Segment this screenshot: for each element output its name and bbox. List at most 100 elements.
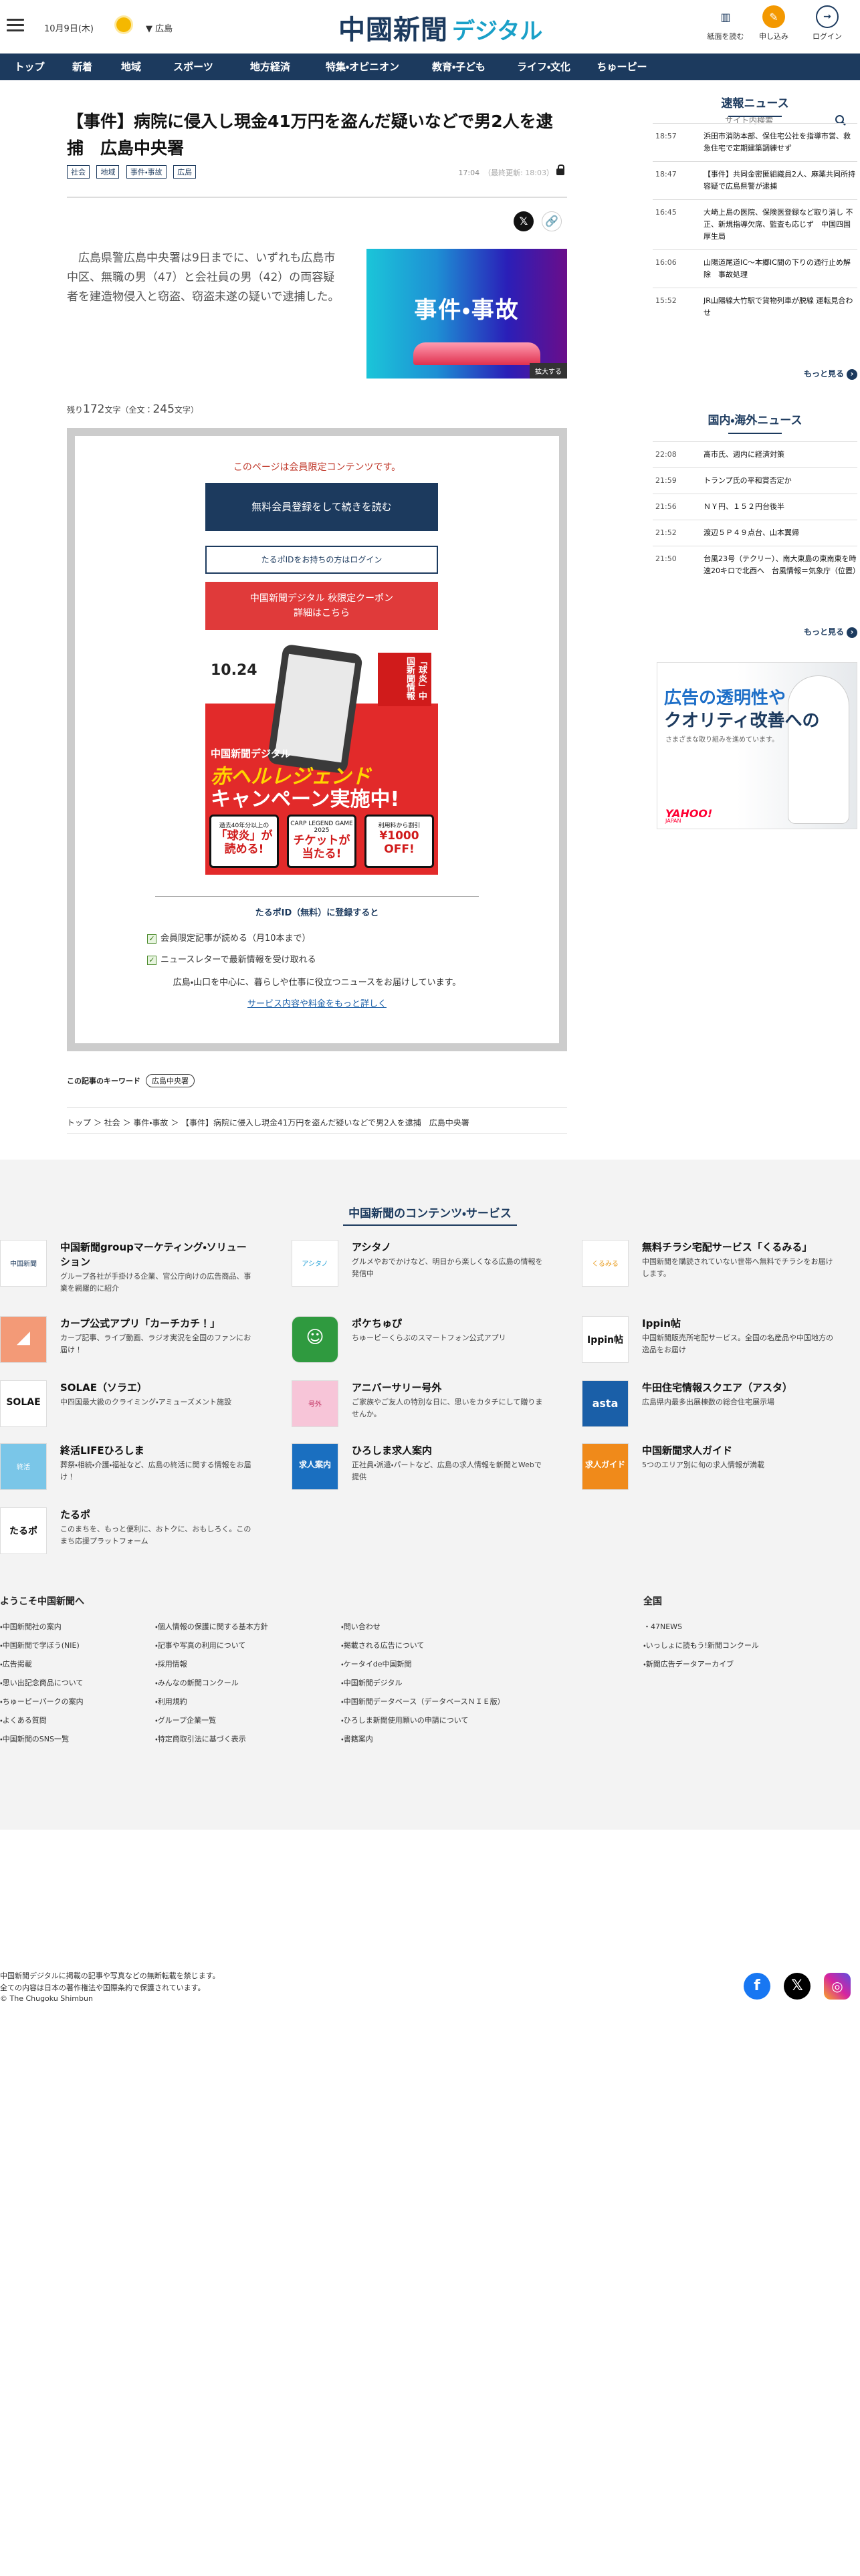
footer-link[interactable]: ・利用規約 xyxy=(155,1696,187,1707)
footer-link[interactable]: ・ケータイde中国新聞 xyxy=(341,1658,412,1669)
service-name: SOLAE（ソラエ） xyxy=(60,1382,147,1394)
service-item[interactable]: SOLAE SOLAE（ソラエ） 中四国最大級のクライミング・アミューズメント施… xyxy=(0,1380,254,1434)
footer-link[interactable]: ・個人情報の保護に関する基本方針 xyxy=(155,1621,268,1632)
footer-link[interactable]: ・記事や写真の利用について xyxy=(155,1640,245,1650)
service-item[interactable]: ◢ カープ公式アプリ「カーチカチ！」 カープ記事、ライブ動画、ラジオ実況を全国の… xyxy=(0,1316,254,1370)
x-icon[interactable]: 𝕏 xyxy=(784,1973,811,2000)
article-tags: 社会 地域 事件・事故 広島 xyxy=(67,165,200,179)
footer-link[interactable]: ・ちゅーピーパークの案内 xyxy=(0,1696,84,1707)
footer-link[interactable]: ・よくある質問 xyxy=(0,1715,47,1725)
breaking-news-title: 速報ニュース xyxy=(653,94,857,117)
footer-link[interactable]: ・問い合わせ xyxy=(341,1621,381,1632)
news-item[interactable]: 22:08 高市氏、週内に経済対策 xyxy=(653,441,857,467)
footer-link-text: 採用情報 xyxy=(157,1660,187,1669)
service-details-link[interactable]: サービス内容や料金をもっと詳しく xyxy=(75,996,559,1009)
footer-link[interactable]: ・採用情報 xyxy=(155,1658,187,1669)
tag-incident[interactable]: 事件・事故 xyxy=(126,165,167,179)
keyword-tag[interactable]: 広島中央署 xyxy=(146,1074,195,1087)
site-footer: 中国新聞のコンテンツ・サービス 中国新聞 中国新聞groupマーケティング・ソリ… xyxy=(0,1160,860,1830)
news-item[interactable]: 21:50 台風23号（テクリー）、南大東島の東南東を時速20キロで北西へ 台風情… xyxy=(653,546,860,584)
footer-link[interactable]: ・47NEWS xyxy=(643,1621,682,1632)
signup-button[interactable]: ✎ 申し込み xyxy=(750,5,797,41)
service-item[interactable]: ☺ ポケちゅぴ ちゅーピーくらぶのスマートフォン公式アプリ xyxy=(292,1316,546,1370)
news-item[interactable]: 18:57 浜田市消防本部、保住宅公社を指導市営、救急住宅で定期建築調練せず xyxy=(653,123,857,161)
footer-link[interactable]: ・広告掲載 xyxy=(0,1658,32,1669)
footer-link[interactable]: ・中国新聞デジタル xyxy=(341,1677,403,1688)
article-photo[interactable]: 事件・事故 拡大する xyxy=(366,249,567,379)
site-logo[interactable]: 中國新聞 デジタル xyxy=(338,8,559,47)
tarupo-login-button[interactable]: たるポIDをお持ちの方はログイン xyxy=(205,546,438,574)
footer-link[interactable]: ・いっしょに読もう!新聞コンクール xyxy=(643,1640,759,1650)
link-copy-icon[interactable]: 🔗 xyxy=(542,211,562,231)
news-item[interactable]: 16:06 山陽道尾道IC～本郷IC間の下りの通行止め解除 事故処理 xyxy=(653,249,857,288)
domestic-more-link[interactable]: もっと見る xyxy=(804,626,857,638)
footer-link-text: 問い合わせ xyxy=(343,1622,381,1631)
register-button[interactable]: 無料会員登録をして続きを読む xyxy=(205,483,438,531)
yahoo-ad-banner[interactable]: 広告の透明性や クオリティ改善への さまざまな取り組みを進めています。 YAHOO… xyxy=(657,662,857,829)
campaign-banner[interactable]: 10.24 「球炎」中国新聞情報 中国新聞デジタル 赤ヘルレジェンド キャンペー… xyxy=(205,639,438,875)
footer-link[interactable]: ・中国新聞社の案内 xyxy=(0,1621,62,1632)
tag-region[interactable]: 地域 xyxy=(96,165,120,179)
service-item[interactable]: Ippin帖 Ippin帖 中国新聞販売所宅配サービス。全国の名産品や中国地方の… xyxy=(582,1316,836,1370)
tag-hiroshima[interactable]: 広島 xyxy=(173,165,197,179)
nav-item-economy[interactable]: 地方経済 xyxy=(230,53,310,80)
region-selector[interactable]: ▼ 広島 xyxy=(146,21,173,34)
nav-item-top[interactable]: トップ xyxy=(0,53,59,80)
nav-item-opinion[interactable]: 特集・オピニオン xyxy=(310,53,415,80)
login-button[interactable]: → ログイン xyxy=(804,5,851,41)
nav-item-sports[interactable]: スポーツ xyxy=(156,53,230,80)
news-item[interactable]: 16:45 大崎上島の医院、保険医登録など取り消し 不正、新規指導欠席、監査も応じ… xyxy=(653,199,857,249)
service-item[interactable]: たるポ たるポ このまちを、もっと便利に、おトクに、おもしろく。このまち応援プラ… xyxy=(0,1507,254,1561)
service-item[interactable]: 求人案内 ひろしま求人案内 正社員・派遣・パートなど、広島の求人情報を新聞とWe… xyxy=(292,1443,546,1497)
hamburger-menu-icon[interactable] xyxy=(7,19,24,32)
service-item[interactable]: くるみる 無料チラシ宅配サービス「くるみる」 中国新聞を購読されていない世帯へ無… xyxy=(582,1240,836,1293)
instagram-icon[interactable]: ◎ xyxy=(824,1973,851,2000)
current-date: 10月9日(木) xyxy=(44,24,94,34)
footer-link[interactable]: ・新聞広告データアーカイブ xyxy=(643,1658,734,1669)
news-item[interactable]: 21:52 渡辺５Ｐ４９点台、山本翼帰 xyxy=(653,520,857,546)
coupon-button[interactable]: 中国新聞デジタル 秋限定クーポン 詳細はこちら xyxy=(205,582,438,630)
news-time: 21:56 xyxy=(655,502,677,511)
enlarge-button[interactable]: 拡大する xyxy=(530,363,567,379)
nav-item-education[interactable]: 教育・子ども xyxy=(415,53,503,80)
facebook-icon[interactable]: f xyxy=(744,1973,770,2000)
service-desc: カープ記事、ライブ動画、ラジオ実況を全国のファンにお届け！ xyxy=(60,1333,251,1354)
nav-item-chupi[interactable]: ちゅーピー xyxy=(584,53,659,80)
breadcrumb-item[interactable]: 事件・事故 xyxy=(133,1118,168,1128)
footer-link[interactable]: ・中国新聞のSNS一覧 xyxy=(0,1733,69,1744)
news-item[interactable]: 15:52 JR山陽線大竹駅で貨物列車が脱線 運転見合わせ xyxy=(653,288,857,326)
service-name: カープ公式アプリ「カーチカチ！」 xyxy=(60,1317,221,1329)
service-item[interactable]: 求人ガイド 中国新聞求人ガイド 5つのエリア別に旬の求人情報が満載 xyxy=(582,1443,836,1497)
read-paper-button[interactable]: ▥ 紙面を読む xyxy=(702,5,749,41)
breaking-more-link[interactable]: もっと見る xyxy=(804,368,857,380)
service-item[interactable]: 号外 アニバーサリー号外 ご家族やご友人の特別な日に、思いをカタチにして贈りませ… xyxy=(292,1380,546,1434)
banner-line3: キャンペーン実施中! xyxy=(211,788,400,811)
x-share-icon[interactable]: 𝕏 xyxy=(514,211,534,231)
news-item[interactable]: 21:59 トランプ氏の平和賞否定か xyxy=(653,467,857,494)
footer-link[interactable]: ・ひろしま新聞使用願いの申請について xyxy=(341,1715,468,1725)
breadcrumb-item[interactable]: トップ xyxy=(67,1118,91,1128)
nav-item-region[interactable]: 地域 xyxy=(106,53,156,80)
news-item[interactable]: 18:47 【事件】共同金密匿組織員2人、麻薬共同所持容疑で広島県警が逮捕 xyxy=(653,161,857,199)
service-item[interactable]: アシタノ アシタノ グルメやおでかけなど、明日から楽しくなる広島の情報を発信中 xyxy=(292,1240,546,1293)
service-item[interactable]: 終活 終活LIFEひろしま 葬祭・相続・介護・福祉など、広島の終活に関する情報を… xyxy=(0,1443,254,1497)
service-item[interactable]: asta 牛田住宅情報スクエア（アスタ） 広島県内最多出展棟数の総合住宅展示場 xyxy=(582,1380,836,1434)
footer-link[interactable]: ・特定商取引法に基づく表示 xyxy=(155,1733,246,1744)
footer-link[interactable]: ・中国新聞で学ぼう(NIE) xyxy=(0,1640,80,1650)
news-item[interactable]: 21:56 ＮＹ円、１５２円台後半 xyxy=(653,494,857,520)
footer-link[interactable]: ・書籍案内 xyxy=(341,1733,373,1744)
nav-item-life[interactable]: ライフ・文化 xyxy=(503,53,584,80)
footer-link[interactable]: ・思い出記念商品について xyxy=(0,1677,83,1688)
footer-link[interactable]: ・みんなの新聞コンクール xyxy=(155,1677,239,1688)
footer-link[interactable]: ・中国新聞データベース（データベースＮＩＥ版） xyxy=(341,1696,505,1707)
news-time: 16:45 xyxy=(655,208,677,217)
tag-social[interactable]: 社会 xyxy=(67,165,90,179)
footer-link[interactable]: ・掲載される広告について xyxy=(341,1640,424,1650)
service-name: 中国新聞groupマーケティング・ソリューション xyxy=(60,1241,247,1268)
nav-item-new[interactable]: 新着 xyxy=(59,53,106,80)
copyright-line: 中国新聞デジタルに掲載の記事や写真などの無断転載を禁じます。 xyxy=(0,1971,220,1980)
news-text: 浜田市消防本部、保住宅公社を指導市営、救急住宅で定期建築調練せず xyxy=(704,132,851,152)
footer-link[interactable]: ・グループ企業一覧 xyxy=(155,1715,216,1725)
breadcrumb-item[interactable]: 社会 xyxy=(104,1118,120,1128)
service-item[interactable]: 中国新聞 中国新聞groupマーケティング・ソリューション グループ各社が手掛け… xyxy=(0,1240,254,1293)
